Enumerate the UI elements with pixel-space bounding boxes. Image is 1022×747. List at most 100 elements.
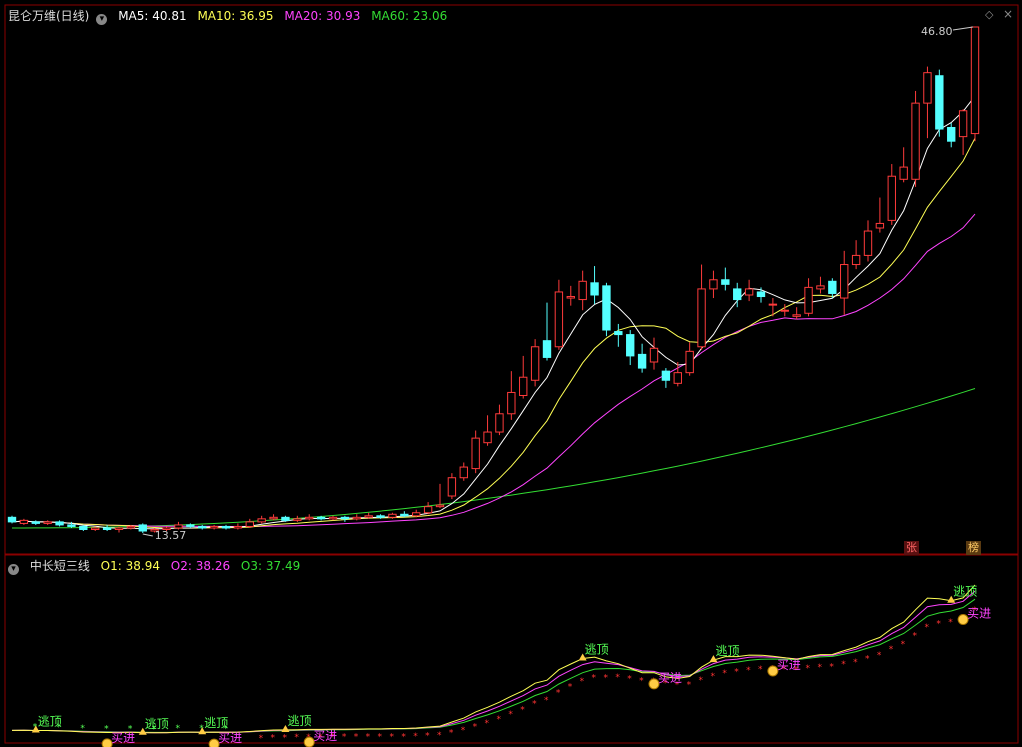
- candle-body: [293, 518, 302, 521]
- sub-title[interactable]: 中长短三线: [30, 559, 90, 573]
- trail-star: *: [936, 620, 941, 630]
- candle-body: [935, 75, 944, 130]
- candle-body: [947, 126, 956, 142]
- flat-star: *: [80, 724, 85, 734]
- ma5-line: [11, 95, 976, 530]
- flat-star: *: [104, 724, 109, 734]
- trail-star: *: [592, 674, 597, 684]
- candle-body: [31, 521, 40, 524]
- escape-signal-label: 逃顶: [204, 716, 228, 730]
- limit-up-badge[interactable]: 张: [904, 541, 919, 555]
- trail-star: *: [568, 683, 573, 693]
- trail-star: *: [841, 660, 846, 670]
- trail-star: *: [473, 722, 478, 732]
- candle-body: [673, 372, 682, 384]
- candle-body: [780, 309, 789, 312]
- trail-star: *: [437, 731, 442, 741]
- candle-body: [542, 340, 552, 358]
- candle-body: [602, 285, 611, 331]
- candle-body: [507, 391, 516, 415]
- candle-body: [209, 525, 219, 529]
- candle-body: [400, 513, 409, 517]
- trail-star: *: [294, 733, 299, 743]
- trail-star: *: [496, 715, 501, 725]
- candle-body: [67, 524, 76, 527]
- candle-body: [661, 370, 671, 381]
- candle-body: [816, 285, 825, 290]
- candle-body: [744, 288, 754, 296]
- sub-header: ▾ 中长短三线 O1: 38.94 O2: 38.26 O3: 37.49: [8, 557, 307, 575]
- buy-signal-label: 买进: [658, 671, 682, 685]
- trail-star: *: [603, 673, 608, 683]
- ma5-label: MA5: 40.81: [118, 9, 187, 23]
- trail-star: *: [639, 677, 644, 687]
- ma60-label: MA60: 23.06: [371, 9, 448, 23]
- trail-star: *: [722, 669, 727, 679]
- ma60-line: [12, 388, 976, 529]
- candle-body: [614, 331, 623, 336]
- trail-star: *: [913, 632, 918, 642]
- main-panel-frame: [4, 4, 1019, 555]
- candle-body: [590, 282, 599, 296]
- trail-star: *: [699, 676, 704, 686]
- close-icon[interactable]: ×: [1003, 7, 1013, 21]
- trail-star: *: [758, 665, 763, 675]
- trail-star: *: [532, 700, 537, 710]
- trail-star: *: [615, 673, 620, 683]
- trail-star: *: [366, 733, 371, 743]
- escape-signal-label: 逃顶: [38, 715, 62, 729]
- trail-star: *: [544, 696, 549, 706]
- o1-label: O1: 38.94: [100, 559, 160, 573]
- candle-body: [19, 519, 29, 524]
- candle-body: [863, 230, 873, 256]
- candle-body: [198, 525, 207, 529]
- candle-body: [233, 525, 243, 529]
- trail-star: *: [556, 688, 561, 698]
- candle-body: [328, 516, 338, 520]
- main-header: 昆仑万维(日线) ▾ MA5: 40.81 MA10: 36.95 MA20: 3…: [8, 7, 454, 25]
- candle-body: [79, 525, 88, 530]
- chevron-down-icon[interactable]: ▾: [8, 564, 19, 575]
- trail-star: *: [746, 666, 751, 676]
- high-pointer: [952, 26, 974, 31]
- candle-body: [114, 527, 124, 530]
- trail-star: *: [413, 732, 418, 742]
- trail-star: *: [710, 672, 715, 682]
- candle-body: [257, 518, 266, 523]
- buy-signal-label: 买进: [218, 731, 242, 745]
- trail-star: *: [817, 663, 822, 673]
- buy-signal-label: 买进: [313, 729, 337, 743]
- ma20-line: [11, 213, 976, 527]
- trail-star: *: [508, 710, 513, 720]
- trail-star: *: [948, 618, 953, 628]
- candle-body: [459, 466, 468, 479]
- trail-star: *: [271, 733, 276, 743]
- trail-star: *: [461, 726, 466, 736]
- candle-body: [911, 102, 920, 180]
- candle-body: [519, 376, 528, 396]
- escape-signal-label: 逃顶: [145, 717, 169, 731]
- candle-body: [958, 110, 968, 138]
- candle-body: [423, 506, 433, 514]
- candle-body: [887, 175, 896, 221]
- stock-name[interactable]: 昆仑万维(日线): [8, 9, 89, 23]
- flat-star: *: [175, 724, 180, 734]
- trail-star: *: [342, 733, 347, 743]
- candle-body: [102, 527, 112, 530]
- candle-body: [804, 286, 813, 314]
- trail-star: *: [901, 640, 906, 650]
- candle-body: [495, 413, 504, 433]
- diamond-icon[interactable]: ◇: [985, 8, 993, 21]
- o3-label: O3: 37.49: [240, 559, 301, 573]
- ranking-badge[interactable]: 榜: [966, 541, 981, 555]
- candle-body: [43, 521, 52, 524]
- escape-signal-label: 逃顶: [585, 643, 609, 657]
- trail-star: *: [401, 732, 406, 742]
- trail-star: *: [734, 668, 739, 678]
- candle-body: [721, 279, 730, 285]
- candle-body: [578, 280, 587, 301]
- candle-body: [923, 72, 932, 104]
- buy-signal-label: 买进: [777, 658, 801, 672]
- chevron-down-icon[interactable]: ▾: [96, 14, 108, 25]
- trail-star: *: [687, 680, 692, 690]
